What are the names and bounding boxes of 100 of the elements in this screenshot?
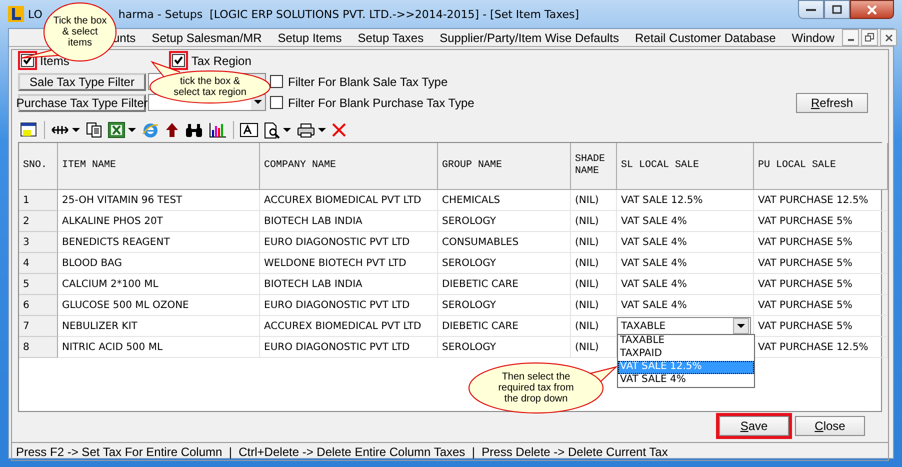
- window-title: harma - Setups [LOGIC ERP SOLUTIONS PVT. LTD.->>2014-2015] - [Set Item Taxes]: [118, 8, 580, 20]
- column-header[interactable]: SL LOCAL SALE: [617, 143, 754, 190]
- table-cell: BLOOD BAG: [58, 253, 260, 274]
- window-icon[interactable]: [20, 122, 38, 138]
- table-cell: ACCUREX BIOMEDICAL PVT LTD: [260, 316, 438, 337]
- row-number: 3: [19, 232, 58, 253]
- check-icon: [173, 55, 184, 66]
- copy-icon[interactable]: [86, 122, 102, 138]
- filter-label: Sale Tax Type Filter: [18, 72, 146, 90]
- table-cell: DIEBETIC CARE: [438, 274, 571, 295]
- restore-button[interactable]: [861, 29, 878, 46]
- table-cell: VAT PURCHASE 5%: [754, 316, 888, 337]
- text-box-icon[interactable]: [240, 123, 258, 137]
- minimize-button[interactable]: [842, 29, 860, 46]
- checkbox[interactable]: [172, 54, 186, 67]
- column-header[interactable]: ITEM NAME: [58, 143, 260, 190]
- table-cell: (NIL): [571, 232, 617, 253]
- dropdown-option[interactable]: VAT SALE 4%: [618, 374, 754, 387]
- close-icon: [884, 34, 893, 42]
- filter-label: Purchase Tax Type Filter: [18, 94, 146, 112]
- table-cell: VAT PURCHASE 5%: [754, 295, 888, 316]
- caret-icon[interactable]: [318, 128, 326, 132]
- table-cell: CALCIUM 2*100 ML: [58, 274, 260, 295]
- table-cell: 25-OH VITAMIN 96 TEST: [58, 190, 260, 211]
- menu-item[interactable]: Setup Items: [270, 30, 350, 44]
- column-header[interactable]: GROUP NAME: [438, 143, 571, 190]
- checkbox-label: Filter For Blank Sale Tax Type: [288, 74, 448, 88]
- dropdown-option[interactable]: TAXABLE: [618, 335, 754, 348]
- table-cell: VAT SALE 4%: [617, 211, 754, 232]
- checkbox[interactable]: [270, 96, 283, 109]
- table-cell: VAT PURCHASE 5%: [754, 253, 888, 274]
- menu-item[interactable]: Retail Customer Database: [627, 30, 784, 44]
- table-cell: ALKALINE PHOS 20T: [58, 211, 260, 232]
- row-number: 2: [19, 211, 58, 232]
- caret-icon[interactable]: [128, 128, 136, 132]
- restore-icon: [865, 33, 874, 42]
- row-number: 6: [19, 295, 58, 316]
- printer-icon[interactable]: [297, 122, 315, 138]
- table-cell: WELDONE BIOTECH PVT LTD: [260, 253, 438, 274]
- table-cell: (NIL): [571, 190, 617, 211]
- table-cell: NITRIC ACID 500 ML: [58, 337, 260, 358]
- caret-icon[interactable]: [72, 128, 80, 132]
- close-button[interactable]: [880, 29, 898, 46]
- app-logo-icon: [8, 6, 24, 22]
- table-cell: (NIL): [571, 211, 617, 232]
- table-cell: VAT SALE 4%: [617, 253, 754, 274]
- table-cell: VAT SALE 12.5%: [617, 190, 754, 211]
- row-number: 5: [19, 274, 58, 295]
- table-cell: (NIL): [571, 274, 617, 295]
- minimize-button[interactable]: [798, 0, 824, 19]
- table-cell: EURO DIAGONOSTIC PVT LTD: [260, 337, 438, 358]
- close-button[interactable]: Close: [795, 416, 865, 436]
- dropdown-option[interactable]: TAXPAID: [618, 348, 754, 361]
- checkbox[interactable]: [270, 75, 283, 88]
- table-cell: SEROLOGY: [438, 337, 571, 358]
- table-cell: CONSUMABLES: [438, 232, 571, 253]
- menu-item[interactable]: Supplier/Party/Item Wise Defaults: [432, 30, 628, 44]
- checkbox-label: Items: [40, 54, 70, 68]
- close-button[interactable]: [850, 0, 894, 19]
- checkbox-label: Tax Region: [191, 54, 252, 68]
- table-cell: (NIL): [571, 253, 617, 274]
- maximize-icon: [831, 4, 843, 14]
- table-cell: EURO DIAGONOSTIC PVT LTD: [260, 295, 438, 316]
- table-cell: VAT SALE 4%: [617, 295, 754, 316]
- table-cell: SEROLOGY: [438, 295, 571, 316]
- window-title: LO: [28, 8, 42, 20]
- minimize-icon: [806, 8, 816, 10]
- table-cell: CHEMICALS: [438, 190, 571, 211]
- print-preview-icon[interactable]: [264, 122, 280, 138]
- up-arrow-icon[interactable]: [165, 122, 179, 138]
- status-bar: Press F2 -> Set Tax For Entire Column | Ctrl+Delete -> Delete Entire Column Taxes | Press Delete -> Delete Current Tax: [12, 442, 888, 461]
- checkbox-label: Filter For Blank Purchase Tax Type: [288, 96, 474, 110]
- row-number: 1: [19, 190, 58, 211]
- menu-item[interactable]: Setup Salesman/MR: [144, 30, 270, 44]
- resize-columns-icon[interactable]: [51, 125, 69, 135]
- table-cell: BENEDICTS REAGENT: [58, 232, 260, 253]
- table-cell: VAT PURCHASE 12.5%: [754, 190, 888, 211]
- table-cell: BIOTECH LAB INDIA: [260, 274, 438, 295]
- menu-item[interactable]: Window: [784, 30, 842, 44]
- check-icon: [22, 55, 33, 66]
- table-cell: DIEBETIC CARE: [438, 316, 571, 337]
- row-number: 4: [19, 253, 58, 274]
- save-button[interactable]: Save: [719, 416, 789, 436]
- browser-icon[interactable]: [142, 122, 159, 138]
- column-header[interactable]: SHADE NAME: [571, 143, 617, 190]
- column-header[interactable]: PU LOCAL SALE: [754, 143, 888, 190]
- refresh-button[interactable]: Refresh: [796, 92, 868, 112]
- table-cell: SEROLOGY: [438, 253, 571, 274]
- caret-icon: [737, 324, 745, 328]
- caret-icon[interactable]: [283, 128, 291, 132]
- maximize-button[interactable]: [824, 0, 850, 19]
- binoculars-icon[interactable]: [185, 122, 203, 138]
- spreadsheet-icon[interactable]: [108, 122, 125, 138]
- table-cell: (NIL): [571, 295, 617, 316]
- delete-icon[interactable]: [332, 123, 346, 137]
- callout-tooltip: Then select the required tax from the drop down: [468, 362, 618, 414]
- column-header[interactable]: COMPANY NAME: [260, 143, 438, 190]
- bar-chart-icon[interactable]: [209, 122, 227, 138]
- menu-item[interactable]: Setup Taxes: [350, 30, 432, 44]
- column-header[interactable]: SNO.: [19, 143, 58, 190]
